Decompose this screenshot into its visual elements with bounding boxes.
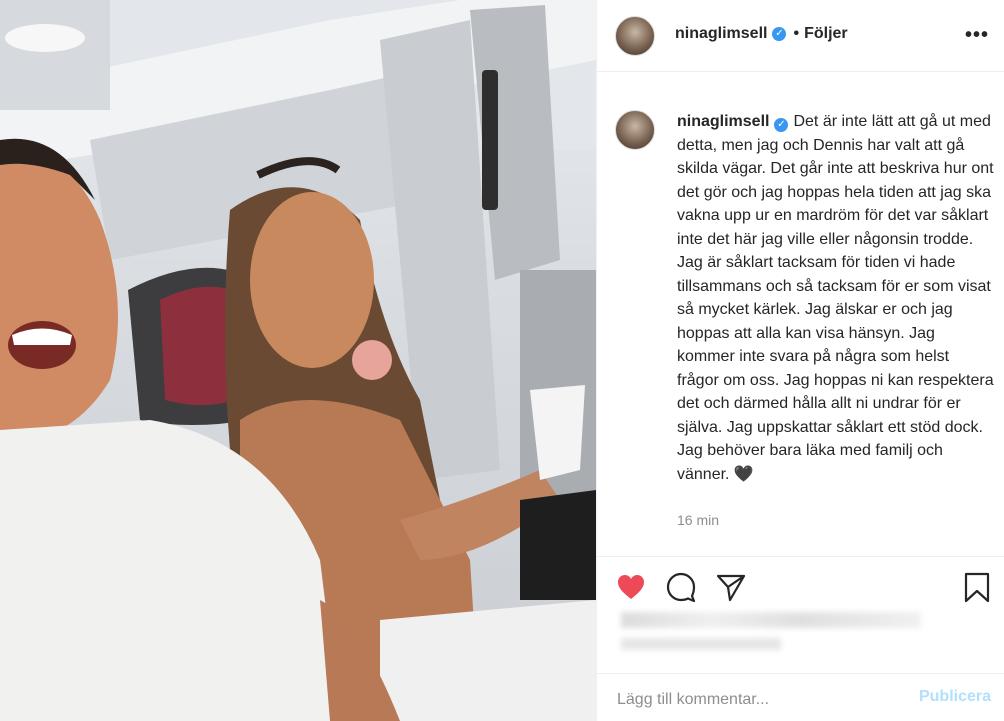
avatar[interactable]	[615, 16, 655, 56]
headphones	[352, 340, 392, 380]
caption-username-link[interactable]: ninaglimsell	[677, 113, 769, 130]
comment-icon[interactable]	[665, 571, 697, 603]
post-sidebar: ninaglimsell ✓ • Följer ••• ninaglimsell…	[596, 0, 1004, 721]
black-bag	[520, 490, 596, 600]
post-photo[interactable]	[0, 0, 596, 721]
heart-icon[interactable]	[615, 571, 647, 603]
caption-verified-badge-icon: ✓	[774, 118, 789, 132]
ceiling-panel	[0, 0, 110, 110]
date-blurred	[621, 638, 781, 650]
more-options-icon[interactable]: •••	[965, 24, 989, 47]
action-bar	[597, 556, 1004, 618]
door-handle	[482, 70, 498, 210]
post-header: ninaglimsell ✓ • Följer •••	[597, 0, 1004, 72]
likes-count-blurred	[621, 612, 921, 628]
following-button[interactable]: Följer	[804, 25, 848, 43]
comment-input[interactable]	[615, 686, 899, 714]
username-link[interactable]: ninaglimsell	[675, 25, 767, 43]
caption-avatar[interactable]	[615, 110, 655, 150]
woman-face	[250, 192, 374, 368]
bookmark-icon[interactable]	[961, 571, 993, 603]
instagram-post: ninaglimsell ✓ • Följer ••• ninaglimsell…	[0, 0, 1004, 721]
photo-illustration	[0, 0, 596, 721]
header-info: ninaglimsell ✓ • Följer	[675, 25, 848, 43]
ceiling-light	[5, 24, 85, 52]
separator-dot: •	[793, 25, 800, 42]
caption-text: Det är inte lätt att gå ut med detta, me…	[677, 113, 994, 483]
woman-legs	[380, 600, 596, 721]
share-icon[interactable]	[715, 571, 747, 603]
post-timestamp[interactable]: 16 min	[677, 512, 719, 528]
publish-button[interactable]: Publicera	[919, 688, 991, 706]
verified-badge-icon: ✓	[772, 27, 787, 41]
caption: ninaglimsell ✓ Det är inte lätt att gå ut …	[677, 110, 995, 486]
comment-bar: Publicera	[597, 673, 1004, 721]
